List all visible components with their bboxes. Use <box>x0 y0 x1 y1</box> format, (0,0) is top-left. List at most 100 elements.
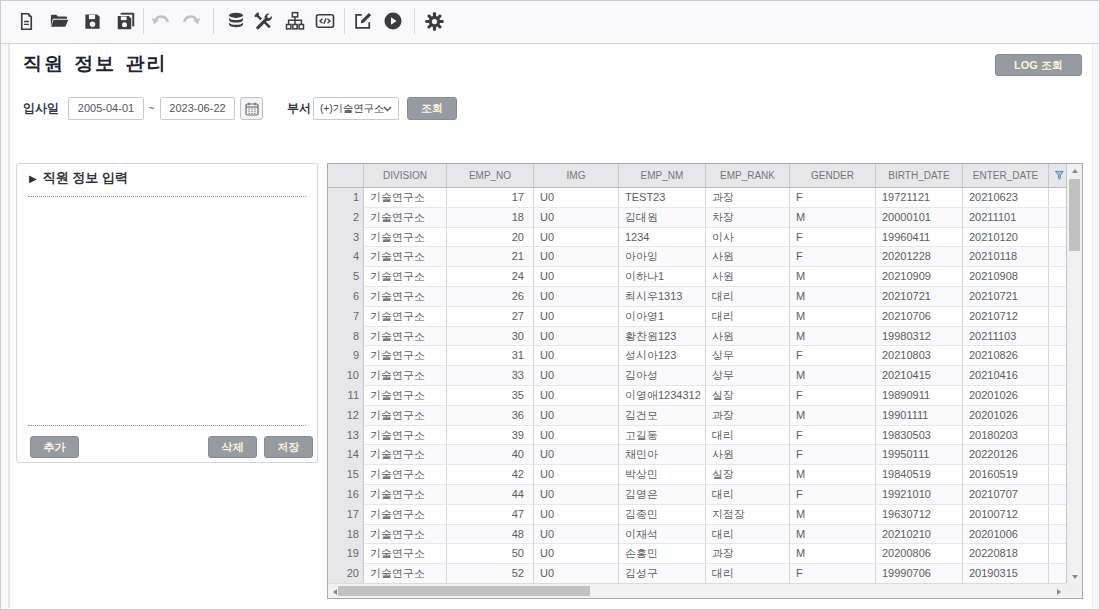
cell-emp_nm[interactable]: 고길동 <box>619 426 706 446</box>
cell-birth_date[interactable]: 19721121 <box>876 188 963 208</box>
cell-enter_date[interactable]: 20100712 <box>963 505 1049 525</box>
cell-gender[interactable]: M <box>790 287 876 307</box>
table-row[interactable]: 18기술연구소48U0이재석대리M2021021020201006 <box>328 525 1082 545</box>
cell-division[interactable]: 기술연구소 <box>364 247 447 267</box>
table-row[interactable]: 5기술연구소24U0이하나1사원M2021090920210908 <box>328 267 1082 287</box>
cell-gender[interactable]: F <box>790 188 876 208</box>
cell-emp_nm[interactable]: TEST23 <box>619 188 706 208</box>
cell-emp_rank[interactable]: 사원 <box>706 267 790 287</box>
cell-division[interactable]: 기술연구소 <box>364 307 447 327</box>
cell-emp_nm[interactable]: 이아영1 <box>619 307 706 327</box>
cell-enter_date[interactable]: 20210721 <box>963 287 1049 307</box>
table-row[interactable]: 1기술연구소17U0TEST23과장F1972112120210623 <box>328 188 1082 208</box>
cell-img[interactable]: U0 <box>534 544 619 564</box>
cell-emp_rank[interactable]: 상무 <box>706 366 790 386</box>
cell-gender[interactable]: M <box>790 505 876 525</box>
cell-division[interactable]: 기술연구소 <box>364 485 447 505</box>
cell-birth_date[interactable]: 19950111 <box>876 445 963 465</box>
cell-img[interactable]: U0 <box>534 366 619 386</box>
cell-emp_nm[interactable]: 김영은 <box>619 485 706 505</box>
cell-emp_no[interactable]: 27 <box>447 307 534 327</box>
cell-img[interactable]: U0 <box>534 267 619 287</box>
cell-emp_no[interactable]: 42 <box>447 465 534 485</box>
cell-emp_nm[interactable]: 손홍민 <box>619 544 706 564</box>
grid-header-gender[interactable]: GENDER <box>790 164 876 188</box>
cell-img[interactable]: U0 <box>534 327 619 347</box>
cell-gender[interactable]: F <box>790 247 876 267</box>
cell-birth_date[interactable]: 19630712 <box>876 505 963 525</box>
cell-emp_nm[interactable]: 이하나1 <box>619 267 706 287</box>
date-from-input[interactable]: 2005-04-01 <box>68 97 144 120</box>
cell-gender[interactable]: M <box>790 525 876 545</box>
cell-img[interactable]: U0 <box>534 228 619 248</box>
cell-gender[interactable]: F <box>790 386 876 406</box>
cell-emp_rank[interactable]: 대리 <box>706 307 790 327</box>
cell-division[interactable]: 기술연구소 <box>364 346 447 366</box>
table-row[interactable]: 3기술연구소20U01234이사F1996041120210120 <box>328 228 1082 248</box>
cell-gender[interactable]: F <box>790 485 876 505</box>
cell-enter_date[interactable]: 20201026 <box>963 386 1049 406</box>
cell-emp_no[interactable]: 33 <box>447 366 534 386</box>
table-row[interactable]: 6기술연구소26U0최시우1313대리M2021072120210721 <box>328 287 1082 307</box>
cell-emp_nm[interactable]: 김건모 <box>619 406 706 426</box>
cell-img[interactable]: U0 <box>534 346 619 366</box>
grid-header-emp_nm[interactable]: EMP_NM <box>619 164 706 188</box>
cell-img[interactable]: U0 <box>534 465 619 485</box>
cell-enter_date[interactable]: 20220818 <box>963 544 1049 564</box>
cell-enter_date[interactable]: 20210120 <box>963 228 1049 248</box>
cell-birth_date[interactable]: 20000101 <box>876 208 963 228</box>
cell-emp_rank[interactable]: 대리 <box>706 485 790 505</box>
cell-gender[interactable]: F <box>790 445 876 465</box>
cell-birth_date[interactable]: 19890911 <box>876 386 963 406</box>
cell-emp_rank[interactable]: 대리 <box>706 287 790 307</box>
cell-emp_rank[interactable]: 과장 <box>706 544 790 564</box>
grid-header-birth_date[interactable]: BIRTH_DATE <box>876 164 963 188</box>
table-row[interactable]: 17기술연구소47U0김종민지점장M1963071220100712 <box>328 505 1082 525</box>
cell-birth_date[interactable]: 19990706 <box>876 564 963 584</box>
cell-emp_nm[interactable]: 황찬원123 <box>619 327 706 347</box>
redo-icon[interactable] <box>178 6 204 36</box>
cell-img[interactable]: U0 <box>534 247 619 267</box>
table-row[interactable]: 20기술연구소52U0김성구대리F1999070620190315 <box>328 564 1082 584</box>
dept-select[interactable]: (+)기술연구소 <box>313 97 399 120</box>
cell-emp_no[interactable]: 31 <box>447 346 534 366</box>
cell-enter_date[interactable]: 20210118 <box>963 247 1049 267</box>
cell-img[interactable]: U0 <box>534 445 619 465</box>
cell-enter_date[interactable]: 20210908 <box>963 267 1049 287</box>
cell-enter_date[interactable]: 20210707 <box>963 485 1049 505</box>
cell-emp_no[interactable]: 20 <box>447 228 534 248</box>
cell-gender[interactable]: F <box>790 228 876 248</box>
cell-img[interactable]: U0 <box>534 406 619 426</box>
cell-emp_no[interactable]: 18 <box>447 208 534 228</box>
table-row[interactable]: 11기술연구소35U0이영애1234312실장F1989091120201026 <box>328 386 1082 406</box>
table-row[interactable]: 15기술연구소42U0박상민실장M1984051920160519 <box>328 465 1082 485</box>
table-row[interactable]: 13기술연구소39U0고길동대리F1983050320180203 <box>328 426 1082 446</box>
cell-gender[interactable]: M <box>790 406 876 426</box>
table-row[interactable]: 14기술연구소40U0채민아사원F1995011120220126 <box>328 445 1082 465</box>
cell-img[interactable]: U0 <box>534 426 619 446</box>
cell-emp_nm[interactable]: 김아성 <box>619 366 706 386</box>
cell-gender[interactable]: F <box>790 564 876 584</box>
cell-enter_date[interactable]: 20210712 <box>963 307 1049 327</box>
settings-icon[interactable] <box>421 6 447 36</box>
cell-emp_rank[interactable]: 이사 <box>706 228 790 248</box>
cell-emp_no[interactable]: 50 <box>447 544 534 564</box>
cell-birth_date[interactable]: 19921010 <box>876 485 963 505</box>
table-row[interactable]: 4기술연구소21U0아아잉사원F2020122820210118 <box>328 247 1082 267</box>
vertical-scroll-thumb[interactable] <box>1069 179 1080 251</box>
cell-enter_date[interactable]: 20210416 <box>963 366 1049 386</box>
save-all-icon[interactable] <box>113 6 139 36</box>
cell-gender[interactable]: M <box>790 208 876 228</box>
cell-emp_rank[interactable]: 과장 <box>706 188 790 208</box>
add-button[interactable]: 추가 <box>30 436 79 458</box>
cell-division[interactable]: 기술연구소 <box>364 188 447 208</box>
cell-emp_nm[interactable]: 이영애1234312 <box>619 386 706 406</box>
cell-img[interactable]: U0 <box>534 564 619 584</box>
cell-emp_nm[interactable]: 김성구 <box>619 564 706 584</box>
cell-img[interactable]: U0 <box>534 208 619 228</box>
save-button[interactable]: 저장 <box>264 436 313 458</box>
cell-emp_rank[interactable]: 실장 <box>706 465 790 485</box>
horizontal-scroll-thumb[interactable] <box>338 586 590 596</box>
cell-img[interactable]: U0 <box>534 525 619 545</box>
table-row[interactable]: 19기술연구소50U0손홍민과장M2020080620220818 <box>328 544 1082 564</box>
